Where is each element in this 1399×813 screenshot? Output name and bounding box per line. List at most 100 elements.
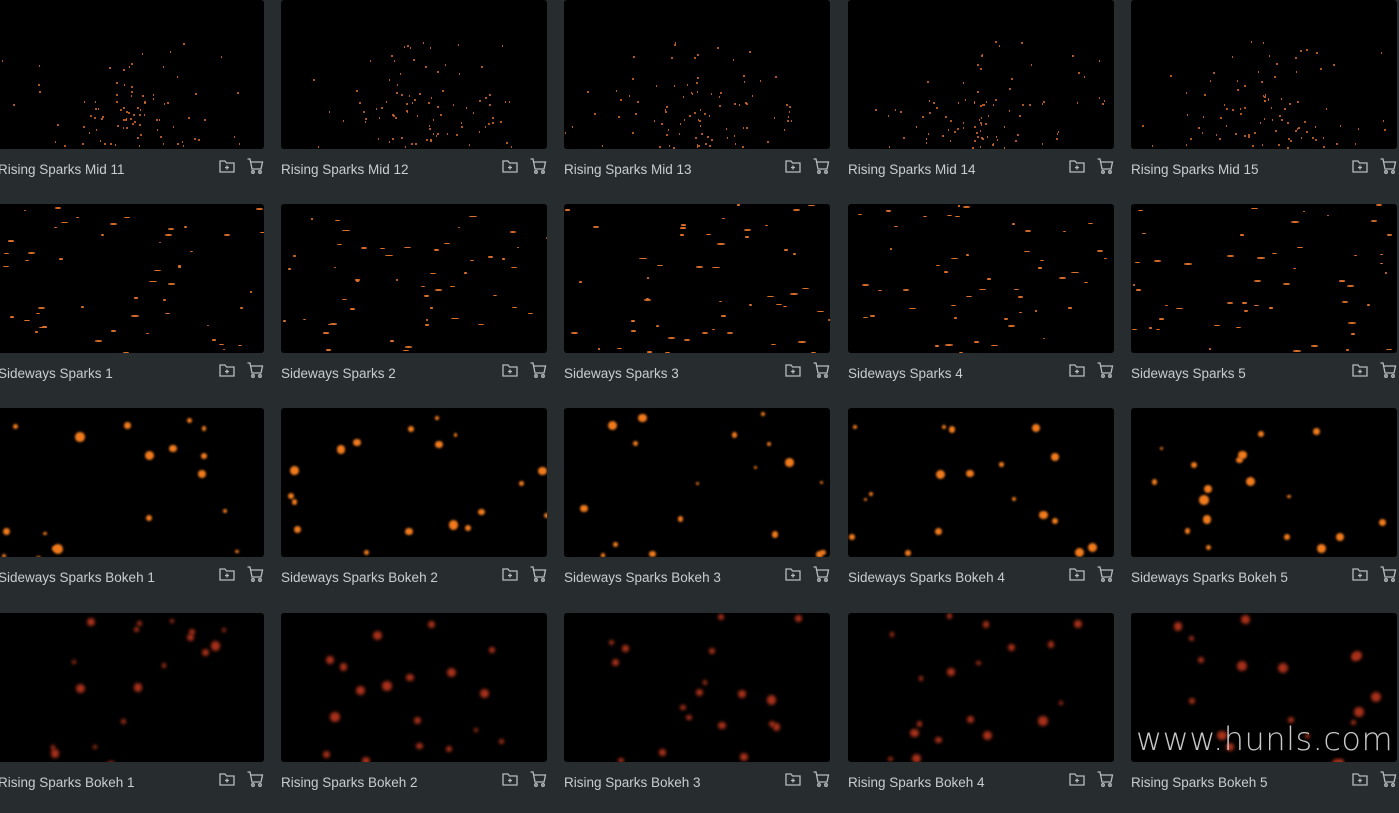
cart-icon[interactable]: [1096, 157, 1114, 180]
cart-icon[interactable]: [812, 157, 830, 180]
clip-title[interactable]: Rising Sparks Bokeh 2: [281, 775, 418, 790]
folder-plus-icon[interactable]: [501, 770, 519, 793]
cart-icon[interactable]: [1379, 157, 1397, 180]
clip-thumbnail[interactable]: [0, 408, 264, 557]
clip-thumbnail[interactable]: [281, 204, 547, 353]
cart-icon[interactable]: [1096, 361, 1114, 384]
clip-card[interactable]: Rising Sparks Bokeh 3: [564, 613, 830, 813]
clip-title[interactable]: Sideways Sparks Bokeh 3: [564, 570, 721, 585]
folder-plus-icon[interactable]: [784, 770, 802, 793]
clip-title[interactable]: Sideways Sparks Bokeh 2: [281, 570, 438, 585]
folder-plus-icon[interactable]: [1068, 157, 1086, 180]
cart-icon[interactable]: [529, 770, 547, 793]
clip-title[interactable]: Rising Sparks Bokeh 5: [1131, 775, 1268, 790]
clip-thumbnail[interactable]: [281, 408, 547, 557]
clip-thumbnail[interactable]: [1131, 408, 1397, 557]
cart-icon[interactable]: [812, 770, 830, 793]
cart-icon[interactable]: [812, 565, 830, 588]
clip-title[interactable]: Rising Sparks Bokeh 1: [0, 775, 135, 790]
clip-card[interactable]: Rising Sparks Bokeh 2: [281, 613, 547, 813]
clip-title[interactable]: Sideways Sparks 4: [848, 366, 963, 381]
cart-icon[interactable]: [1379, 361, 1397, 384]
clip-card[interactable]: Rising Sparks Mid 14: [848, 0, 1114, 200]
clip-thumbnail[interactable]: [564, 204, 830, 353]
clip-card[interactable]: Rising Sparks Bokeh 4: [848, 613, 1114, 813]
clip-card[interactable]: Rising Sparks Mid 11: [0, 0, 264, 200]
clip-card[interactable]: Rising Sparks Mid 12: [281, 0, 547, 200]
folder-plus-icon[interactable]: [1351, 361, 1369, 384]
folder-plus-icon[interactable]: [1068, 770, 1086, 793]
clip-thumbnail[interactable]: [281, 613, 547, 762]
clip-thumbnail[interactable]: [564, 613, 830, 762]
clip-card[interactable]: Sideways Sparks 5: [1131, 204, 1397, 404]
folder-plus-icon[interactable]: [501, 565, 519, 588]
clip-card[interactable]: Rising Sparks Mid 13: [564, 0, 830, 200]
clip-card[interactable]: Sideways Sparks Bokeh 2: [281, 408, 547, 608]
folder-plus-icon[interactable]: [1351, 770, 1369, 793]
clip-title[interactable]: Rising Sparks Mid 11: [0, 162, 125, 177]
folder-plus-icon[interactable]: [784, 157, 802, 180]
clip-card[interactable]: Sideways Sparks 4: [848, 204, 1114, 404]
folder-plus-icon[interactable]: [218, 157, 236, 180]
clip-card[interactable]: Sideways Sparks 3: [564, 204, 830, 404]
clip-title[interactable]: Sideways Sparks Bokeh 5: [1131, 570, 1288, 585]
clip-title[interactable]: Sideways Sparks 3: [564, 366, 679, 381]
folder-plus-icon[interactable]: [1351, 565, 1369, 588]
clip-card[interactable]: Rising Sparks Mid 15: [1131, 0, 1397, 200]
clip-card[interactable]: Sideways Sparks Bokeh 4: [848, 408, 1114, 608]
clip-thumbnail[interactable]: [1131, 0, 1397, 149]
cart-icon[interactable]: [529, 361, 547, 384]
clip-title[interactable]: Sideways Sparks Bokeh 4: [848, 570, 1005, 585]
clip-card[interactable]: Sideways Sparks Bokeh 5: [1131, 408, 1397, 608]
clip-thumbnail[interactable]: [0, 0, 264, 149]
clip-thumbnail[interactable]: [564, 0, 830, 149]
cart-icon[interactable]: [1379, 565, 1397, 588]
cart-icon[interactable]: [246, 770, 264, 793]
folder-plus-icon[interactable]: [784, 565, 802, 588]
folder-plus-icon[interactable]: [1068, 361, 1086, 384]
cart-icon[interactable]: [529, 565, 547, 588]
folder-plus-icon[interactable]: [1351, 157, 1369, 180]
clip-title[interactable]: Rising Sparks Bokeh 3: [564, 775, 701, 790]
folder-plus-icon[interactable]: [218, 565, 236, 588]
clip-title[interactable]: Sideways Sparks 2: [281, 366, 396, 381]
clip-card[interactable]: Sideways Sparks 2: [281, 204, 547, 404]
clip-title[interactable]: Rising Sparks Mid 15: [1131, 162, 1259, 177]
clip-thumbnail[interactable]: [848, 613, 1114, 762]
clip-thumbnail[interactable]: [0, 613, 264, 762]
cart-icon[interactable]: [246, 361, 264, 384]
cart-icon[interactable]: [529, 157, 547, 180]
clip-card[interactable]: Sideways Sparks 1: [0, 204, 264, 404]
cart-icon[interactable]: [246, 157, 264, 180]
clip-card[interactable]: Sideways Sparks Bokeh 3: [564, 408, 830, 608]
clip-thumbnail[interactable]: [848, 408, 1114, 557]
clip-title[interactable]: Sideways Sparks 5: [1131, 366, 1246, 381]
clip-thumbnail[interactable]: [564, 408, 830, 557]
folder-plus-icon[interactable]: [784, 361, 802, 384]
clip-card[interactable]: Sideways Sparks Bokeh 1: [0, 408, 264, 608]
clip-thumbnail[interactable]: [1131, 613, 1397, 762]
clip-title[interactable]: Rising Sparks Mid 12: [281, 162, 409, 177]
clip-title[interactable]: Sideways Sparks 1: [0, 366, 113, 381]
cart-icon[interactable]: [246, 565, 264, 588]
clip-title[interactable]: Sideways Sparks Bokeh 1: [0, 570, 155, 585]
cart-icon[interactable]: [812, 361, 830, 384]
cart-icon[interactable]: [1096, 770, 1114, 793]
folder-plus-icon[interactable]: [218, 361, 236, 384]
clip-title[interactable]: Rising Sparks Mid 14: [848, 162, 976, 177]
folder-plus-icon[interactable]: [218, 770, 236, 793]
clip-thumbnail[interactable]: [848, 0, 1114, 149]
cart-icon[interactable]: [1379, 770, 1397, 793]
clip-card[interactable]: Rising Sparks Bokeh 1: [0, 613, 264, 813]
clip-thumbnail[interactable]: [1131, 204, 1397, 353]
clip-thumbnail[interactable]: [848, 204, 1114, 353]
cart-icon[interactable]: [1096, 565, 1114, 588]
clip-thumbnail[interactable]: [0, 204, 264, 353]
folder-plus-icon[interactable]: [501, 157, 519, 180]
clip-title[interactable]: Rising Sparks Mid 13: [564, 162, 692, 177]
folder-plus-icon[interactable]: [501, 361, 519, 384]
folder-plus-icon[interactable]: [1068, 565, 1086, 588]
clip-thumbnail[interactable]: [281, 0, 547, 149]
clip-title[interactable]: Rising Sparks Bokeh 4: [848, 775, 985, 790]
clip-card[interactable]: Rising Sparks Bokeh 5: [1131, 613, 1397, 813]
